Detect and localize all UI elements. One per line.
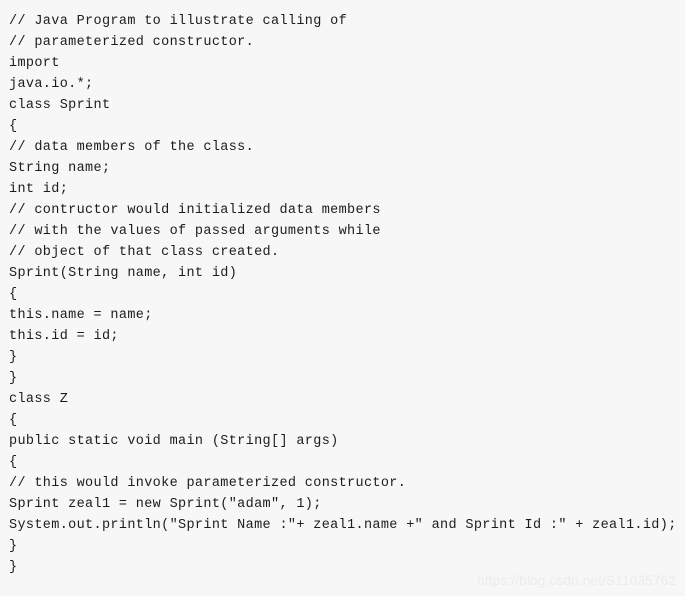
code-line: Sprint(String name, int id) <box>9 266 238 281</box>
code-line: // with the values of passed arguments w… <box>9 224 381 239</box>
watermark-text: https://blog.csdn.net/S11035762 <box>477 573 676 588</box>
code-line: class Z <box>9 392 69 407</box>
code-line: Sprint zeal1 = new Sprint(″adam″, 1); <box>9 497 322 512</box>
code-line: // Java Program to illustrate calling of <box>9 14 348 29</box>
code-line: int id; <box>9 182 69 197</box>
code-line: String name; <box>9 161 111 176</box>
code-line: { <box>9 413 18 428</box>
code-line: { <box>9 119 18 134</box>
code-block: // Java Program to illustrate calling of… <box>0 0 685 596</box>
code-line: // this would invoke parameterized const… <box>9 476 407 491</box>
code-line: import <box>9 56 60 71</box>
code-line: public static void main (String[] args) <box>9 434 339 449</box>
code-line: // parameterized constructor. <box>9 35 255 50</box>
code-line: class Sprint <box>9 98 111 113</box>
code-line: this.name = name; <box>9 308 153 323</box>
code-line: } <box>9 539 18 554</box>
code-line: this.id = id; <box>9 329 119 344</box>
code-line: java.io.*; <box>9 77 94 92</box>
code-line: } <box>9 371 18 386</box>
code-line: } <box>9 350 18 365</box>
code-line: // data members of the class. <box>9 140 255 155</box>
code-line: { <box>9 287 18 302</box>
code-line: { <box>9 455 18 470</box>
code-line: // contructor would initialized data mem… <box>9 203 381 218</box>
code-line: // object of that class created. <box>9 245 280 260</box>
code-lines-container: // Java Program to illustrate calling of… <box>9 11 685 578</box>
code-line: System.out.println(″Sprint Name :″+ zeal… <box>9 518 677 533</box>
